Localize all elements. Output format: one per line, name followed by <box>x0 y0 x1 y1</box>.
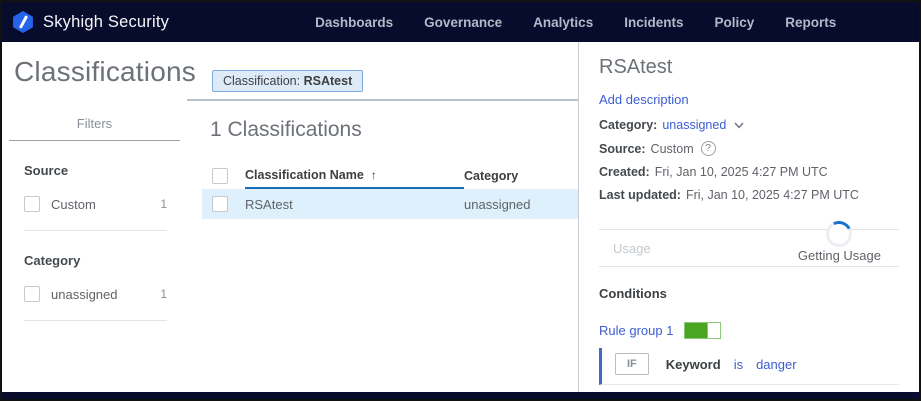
table-row[interactable]: RSAtest unassigned <box>202 189 578 219</box>
created-value: Fri, Jan 10, 2025 4:27 PM UTC <box>655 165 828 179</box>
source-value: Custom <box>651 142 694 156</box>
category-value-link[interactable]: unassigned <box>662 118 726 132</box>
created-line: Created: Fri, Jan 10, 2025 4:27 PM UTC <box>599 165 899 179</box>
sort-ascending-icon: ↑ <box>371 168 377 182</box>
select-all-checkbox[interactable] <box>212 168 228 184</box>
chevron-down-icon[interactable] <box>733 119 745 131</box>
filter-option-unassigned[interactable]: unassigned 1 <box>24 286 167 302</box>
row-checkbox[interactable] <box>212 196 228 212</box>
page-title: Classifications <box>2 56 187 88</box>
filter-option-count: 1 <box>160 197 167 211</box>
top-nav: Skyhigh Security Dashboards Governance A… <box>2 2 919 42</box>
filter-option-custom[interactable]: Custom 1 <box>24 196 167 212</box>
unassigned-checkbox[interactable] <box>24 286 40 302</box>
row-category-cell: unassigned <box>464 197 578 212</box>
row-checkbox-cell <box>202 196 245 212</box>
filter-option-count: 1 <box>160 287 167 301</box>
category-line: Category: unassigned <box>599 118 899 132</box>
nav-item-policy[interactable]: Policy <box>714 15 754 30</box>
loading-spinner-icon <box>823 218 856 251</box>
help-icon[interactable]: ? <box>701 141 716 156</box>
column-header-classification-name[interactable]: Classification Name ↑ <box>245 162 464 189</box>
rule-value-link[interactable]: danger <box>756 357 796 372</box>
column-header-category[interactable]: Category <box>464 169 578 183</box>
filter-section-category: Category unassigned 1 <box>24 231 167 321</box>
filter-option-label: unassigned <box>51 287 118 302</box>
created-label: Created: <box>599 165 650 179</box>
classifications-table: Classification Name ↑ Category RSAtest u… <box>202 162 578 219</box>
brand[interactable]: Skyhigh Security <box>12 11 169 33</box>
rule-operator-link[interactable]: is <box>734 357 743 372</box>
usage-label: Usage <box>613 237 651 263</box>
toggle-handle <box>707 323 720 338</box>
classification-filter-chip[interactable]: Classification: RSAtest <box>212 70 363 92</box>
classifications-list-panel: Classification: RSAtest 1 Classification… <box>187 42 578 392</box>
filter-option-label: Custom <box>51 197 96 212</box>
nav-item-analytics[interactable]: Analytics <box>533 15 593 30</box>
usage-loading: Getting Usage <box>798 221 881 263</box>
filter-heading-source: Source <box>24 163 167 178</box>
nav-menu: Dashboards Governance Analytics Incident… <box>315 15 836 30</box>
table-header-row: Classification Name ↑ Category <box>202 162 578 189</box>
chip-value: RSAtest <box>304 74 353 88</box>
if-badge: IF <box>615 353 649 375</box>
source-line: Source: Custom ? <box>599 141 899 156</box>
filter-heading-category: Category <box>24 253 167 268</box>
nav-item-dashboards[interactable]: Dashboards <box>315 15 393 30</box>
chip-label: Classification: <box>223 74 300 88</box>
tab-filters[interactable]: Filters <box>9 116 180 141</box>
updated-label: Last updated: <box>599 188 681 202</box>
brand-name: Skyhigh Security <box>43 13 169 32</box>
add-description-link[interactable]: Add description <box>599 92 689 107</box>
source-label: Source: <box>599 142 646 156</box>
conditions-heading: Conditions <box>599 286 899 301</box>
row-name-cell: RSAtest <box>245 197 464 212</box>
app-window: Skyhigh Security Dashboards Governance A… <box>0 0 921 401</box>
category-label: Category: <box>599 118 657 132</box>
header-checkbox-cell <box>202 168 245 184</box>
usage-section: Usage Getting Usage <box>599 229 899 267</box>
nav-item-incidents[interactable]: Incidents <box>624 15 683 30</box>
detail-title: RSAtest <box>599 56 899 79</box>
custom-checkbox[interactable] <box>24 196 40 212</box>
updated-line: Last updated: Fri, Jan 10, 2025 4:27 PM … <box>599 188 899 202</box>
toggle-on-track <box>685 323 707 338</box>
detail-panel: RSAtest Add description Category: unassi… <box>578 42 919 392</box>
rule-group-row: Rule group 1 <box>599 322 899 339</box>
nav-item-reports[interactable]: Reports <box>785 15 836 30</box>
filters-sidebar: Classifications Filters Source Custom 1 … <box>2 42 187 392</box>
rule-field: Keyword <box>666 357 721 372</box>
usage-loading-text: Getting Usage <box>798 248 881 263</box>
bottom-bar <box>2 392 919 399</box>
content-area: Classifications Filters Source Custom 1 … <box>2 42 919 392</box>
rule-group-link[interactable]: Rule group 1 <box>599 323 673 338</box>
skyhigh-logo-icon <box>12 11 34 33</box>
filter-section-source: Source Custom 1 <box>24 141 167 231</box>
results-count-heading: 1 Classifications <box>210 118 578 142</box>
active-filters-row: Classification: RSAtest <box>187 70 578 101</box>
rule-group-toggle[interactable] <box>684 322 721 339</box>
updated-value: Fri, Jan 10, 2025 4:27 PM UTC <box>686 188 859 202</box>
nav-item-governance[interactable]: Governance <box>424 15 502 30</box>
rule-condition-row: IF Keyword is danger <box>599 348 899 385</box>
